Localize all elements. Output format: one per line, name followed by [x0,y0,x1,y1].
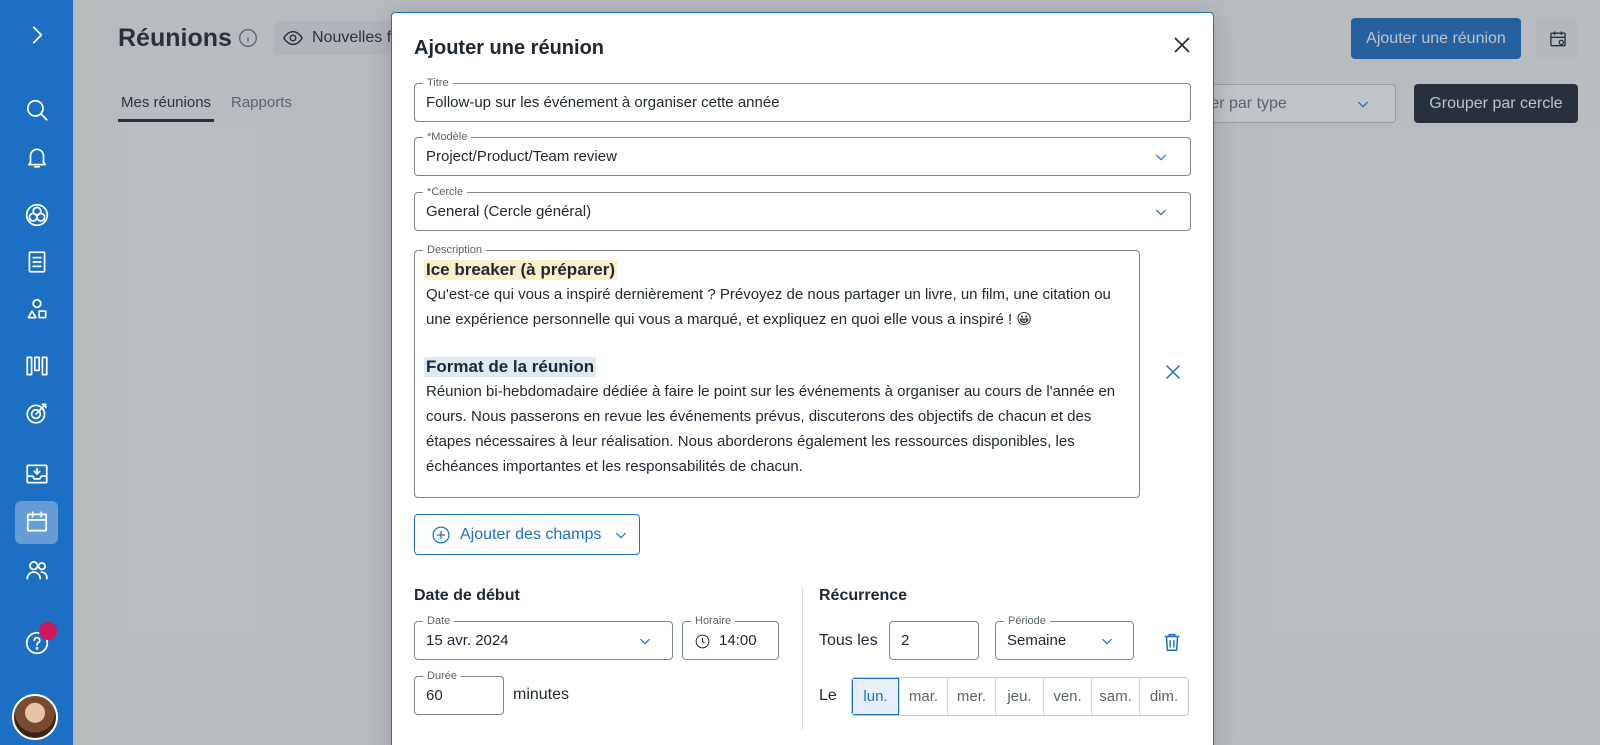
clear-description-button[interactable] [1162,361,1184,383]
expand-icon[interactable] [0,13,73,57]
kanban-icon[interactable] [0,344,73,388]
period-value: Semaine [1007,632,1067,649]
title-field-value: Follow-up sur les événement à organiser … [426,94,780,111]
divider [802,587,803,730]
target-icon[interactable] [0,391,73,435]
chevron-down-icon [616,532,627,539]
inbox-icon[interactable] [0,452,73,496]
day-monday[interactable]: lun. [852,678,900,715]
roles-icon[interactable] [0,287,73,331]
chevron-down-icon [1101,638,1113,645]
circle-select[interactable]: *Cercle General (Cercle général) [414,185,1191,231]
description-heading-1: Ice breaker (à préparer) [424,260,617,280]
add-meeting-modal: Ajouter une réunion Titre Follow-up sur … [391,12,1214,745]
start-date-heading: Date de début [414,587,520,604]
time-value: 14:00 [719,632,757,649]
circles-icon[interactable] [0,193,73,237]
day-tuesday[interactable]: mar. [900,678,948,715]
date-value: 15 avr. 2024 [426,632,509,649]
add-fields-button[interactable]: Ajouter des champs [414,514,640,555]
weekday-selector: lun. mar. mer. jeu. ven. sam. dim. [851,677,1189,716]
title-field[interactable]: Titre Follow-up sur les événement à orga… [414,76,1191,122]
add-fields-label: Ajouter des champs [460,525,602,543]
help-icon[interactable] [0,621,73,665]
bell-icon[interactable] [0,135,73,179]
chevron-down-icon [639,638,651,645]
description-heading-2: Format de la réunion [424,357,597,377]
description-paragraph-2: Réunion bi-hebdomadaire dédiée à faire l… [426,383,1116,475]
duration-field[interactable]: Durée 60 [414,669,504,715]
every-value: 2 [901,632,910,649]
recurrence-heading: Récurrence [819,587,908,604]
description-label: Description [423,243,487,257]
every-label: Tous les [819,632,878,649]
modal-title: Ajouter une réunion [414,37,604,59]
users-icon[interactable] [0,548,73,592]
trash-icon[interactable] [1161,631,1183,653]
duration-value: 60 [426,687,443,704]
chevron-down-icon [1155,209,1167,216]
day-wednesday[interactable]: mer. [948,678,996,715]
close-icon [1174,37,1190,53]
calendar-icon[interactable] [0,500,73,544]
day-friday[interactable]: ven. [1044,678,1092,715]
date-select[interactable]: Date 15 avr. 2024 [414,614,673,660]
circle-select-value: General (Cercle général) [426,203,592,220]
avatar[interactable] [12,694,58,740]
day-sunday[interactable]: dim. [1140,678,1188,715]
every-input[interactable]: 2 [889,621,979,660]
duration-unit: minutes [513,686,570,703]
notification-badge [39,622,57,640]
day-saturday[interactable]: sam. [1092,678,1140,715]
sidebar [0,0,73,745]
description-paragraph-1: Qu'est-ce qui vous a inspiré dernièremen… [426,286,1111,328]
close-icon [1166,365,1180,379]
clock-icon [695,634,710,649]
on-label: Le [819,687,837,704]
day-thursday[interactable]: jeu. [996,678,1044,715]
close-button[interactable] [1170,33,1194,57]
chevron-down-icon [1155,154,1167,161]
document-icon[interactable] [0,240,73,284]
plus-circle-icon [432,525,450,544]
model-select[interactable]: *Modèle Project/Product/Team review [414,130,1191,176]
search-icon[interactable] [0,88,73,132]
model-select-value: Project/Product/Team review [426,148,617,165]
time-field[interactable]: Horaire 14:00 [682,614,779,660]
description-editor[interactable]: Description Ice breaker (à préparer) Qu'… [414,243,1140,498]
period-select[interactable]: Période Semaine [995,614,1134,660]
